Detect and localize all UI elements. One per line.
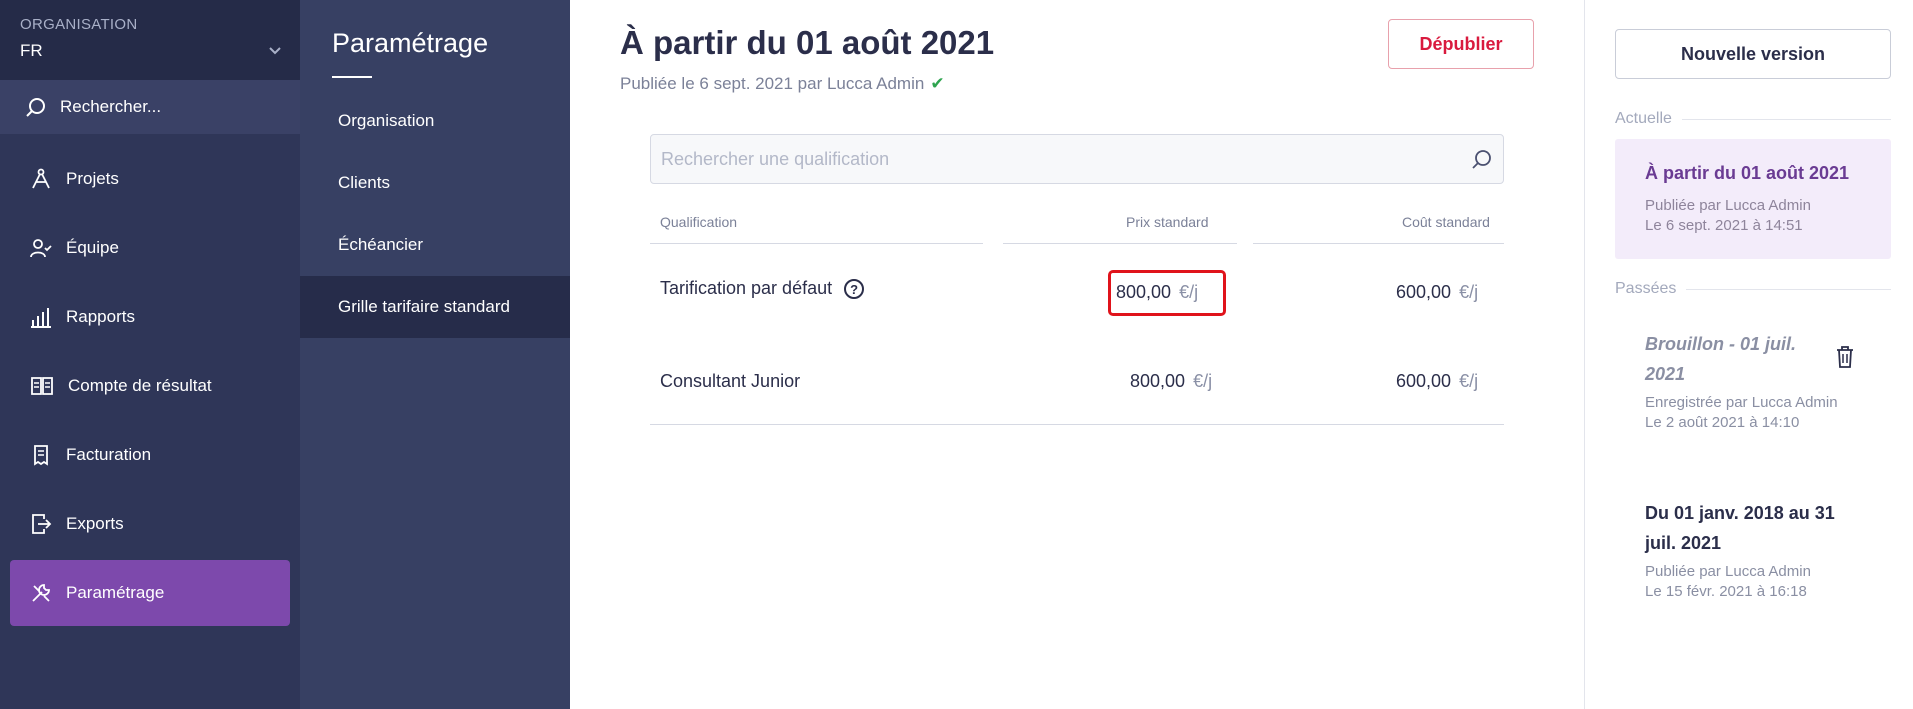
- version-date: Le 15 févr. 2021 à 16:18: [1645, 583, 1807, 600]
- column-header-prix-standard: Prix standard: [1126, 214, 1209, 230]
- header-divider: [1253, 243, 1504, 244]
- new-version-button[interactable]: Nouvelle version: [1615, 29, 1891, 79]
- version-author: Publiée par Lucca Admin: [1645, 197, 1811, 214]
- search-icon[interactable]: [1471, 148, 1493, 170]
- subnav-item-clients[interactable]: Clients: [300, 152, 570, 214]
- version-title: Brouillon - 01 juil. 2021: [1645, 334, 1797, 384]
- sidebar-item-label: Facturation: [66, 445, 152, 464]
- qualification-search-input[interactable]: [661, 148, 1471, 170]
- help-icon[interactable]: ?: [844, 279, 865, 300]
- chart-icon: [31, 308, 51, 328]
- past-version-item[interactable]: Du 01 janv. 2018 au 31 juil. 2021 Publié…: [1645, 498, 1865, 602]
- main-sidebar: ORGANISATION FR Rechercher... Projets Éq…: [0, 0, 300, 709]
- qualification-search: [650, 134, 1504, 184]
- current-section-label: Actuelle: [1615, 110, 1891, 128]
- subnav-title-underline: [332, 76, 372, 78]
- receipt-icon: [34, 445, 48, 466]
- version-date: Le 2 août 2021 à 14:10: [1645, 414, 1800, 431]
- chevron-down-icon: [269, 47, 281, 55]
- cost-cell[interactable]: 600,00 €/j: [1396, 282, 1478, 303]
- sidebar-item-rapports[interactable]: Rapports: [10, 284, 290, 350]
- page-subtitle: Publiée le 6 sept. 2021 par Lucca Admin ✔: [620, 74, 945, 94]
- versions-panel: Nouvelle version Actuelle À partir du 01…: [1584, 0, 1913, 709]
- section-label-text: Actuelle: [1615, 110, 1672, 127]
- section-label-text: Passées: [1615, 280, 1677, 297]
- sidebar-item-facturation[interactable]: Facturation: [10, 422, 290, 488]
- qualification-name: Tarification par défaut: [660, 278, 833, 298]
- column-header-cout-standard: Coût standard: [1402, 214, 1490, 230]
- version-author: Enregistrée par Lucca Admin: [1645, 394, 1838, 411]
- subnav-title: Paramétrage: [332, 28, 489, 58]
- search-icon: [26, 98, 45, 117]
- sidebar-item-projets[interactable]: Projets: [10, 146, 290, 212]
- sidebar-item-compte-de-resultat[interactable]: Compte de résultat: [10, 353, 290, 419]
- organisation-selector[interactable]: ORGANISATION FR: [0, 0, 300, 80]
- price-unit: €/j: [1193, 371, 1213, 391]
- column-header-qualification: Qualification: [660, 214, 738, 230]
- sidebar-item-label: Équipe: [66, 238, 119, 257]
- sidebar-item-equipe[interactable]: Équipe: [10, 215, 290, 281]
- main-content: À partir du 01 août 2021 Publiée le 6 se…: [570, 0, 1584, 709]
- tools-icon: [32, 584, 50, 602]
- cost-unit: €/j: [1459, 371, 1479, 391]
- version-title: Du 01 janv. 2018 au 31 juil. 2021: [1645, 503, 1835, 553]
- organisation-value: FR: [20, 41, 43, 60]
- subnav-item-echeancier[interactable]: Échéancier: [300, 214, 570, 276]
- price-highlight-box: [1108, 270, 1226, 316]
- price-value: 800,00: [1130, 371, 1186, 391]
- settings-subnav: Paramétrage Organisation Clients Échéanc…: [300, 0, 570, 709]
- header-divider: [650, 243, 983, 244]
- version-author: Publiée par Lucca Admin: [1645, 563, 1811, 580]
- team-icon: [30, 239, 52, 258]
- version-title: À partir du 01 août 2021: [1645, 163, 1850, 183]
- organisation-label: ORGANISATION: [20, 16, 138, 33]
- price-cell[interactable]: 800,00 €/j: [1130, 371, 1212, 392]
- sidebar-search[interactable]: Rechercher...: [0, 80, 300, 134]
- sidebar-item-exports[interactable]: Exports: [10, 491, 290, 557]
- cost-cell[interactable]: 600,00 €/j: [1396, 371, 1478, 392]
- compass-icon: [32, 168, 50, 189]
- page-title: À partir du 01 août 2021: [620, 24, 995, 61]
- sidebar-item-label: Exports: [66, 514, 124, 533]
- publication-info: Publiée le 6 sept. 2021 par Lucca Admin: [620, 74, 925, 93]
- check-icon: ✔: [930, 74, 945, 93]
- past-section-label: Passées: [1615, 280, 1891, 298]
- trash-icon[interactable]: [1835, 345, 1855, 369]
- current-version-card[interactable]: À partir du 01 août 2021 Publiée par Luc…: [1615, 139, 1891, 259]
- export-icon: [32, 514, 52, 534]
- table-row-label: Tarification par défaut?: [660, 278, 865, 300]
- unpublish-button[interactable]: Dépublier: [1388, 19, 1534, 69]
- subnav-item-organisation[interactable]: Organisation: [300, 90, 570, 152]
- header-divider: [1003, 243, 1237, 244]
- version-meta: Publiée par Lucca Admin Le 15 févr. 2021…: [1645, 562, 1865, 602]
- subnav-item-grille-tarifaire[interactable]: Grille tarifaire standard: [300, 276, 570, 338]
- table-bottom-divider: [650, 424, 1504, 425]
- version-date: Le 6 sept. 2021 à 14:51: [1645, 217, 1803, 234]
- version-meta: Publiée par Lucca Admin Le 6 sept. 2021 …: [1645, 196, 1891, 236]
- cost-value: 600,00: [1396, 371, 1452, 391]
- table-row-label: Consultant Junior: [660, 371, 801, 391]
- sidebar-item-label: Compte de résultat: [68, 376, 212, 395]
- sidebar-item-parametrage[interactable]: Paramétrage: [10, 560, 290, 626]
- cost-value: 600,00: [1396, 282, 1452, 302]
- past-version-item[interactable]: Brouillon - 01 juil. 2021 Enregistrée pa…: [1645, 329, 1865, 433]
- sidebar-item-label: Rapports: [66, 307, 135, 326]
- book-icon: [31, 377, 53, 395]
- sidebar-search-label: Rechercher...: [60, 97, 162, 116]
- sidebar-item-label: Projets: [66, 169, 119, 188]
- version-meta: Enregistrée par Lucca Admin Le 2 août 20…: [1645, 393, 1865, 433]
- sidebar-item-label: Paramétrage: [66, 583, 165, 602]
- cost-unit: €/j: [1459, 282, 1479, 302]
